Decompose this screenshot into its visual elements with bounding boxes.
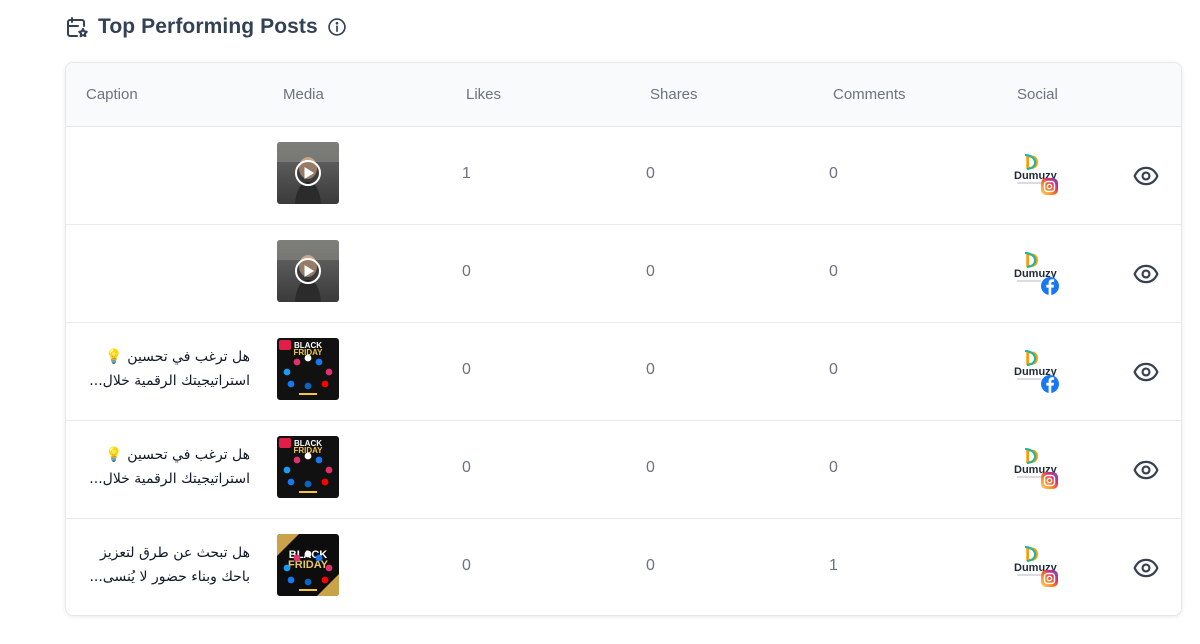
- social-account: D Dumuzy: [1013, 543, 1063, 595]
- comments-count: 1: [829, 557, 838, 574]
- caption-line: هل ترغب في تحسين 💡: [105, 447, 250, 463]
- dumuzy-logo: D Dumuzy: [1014, 349, 1059, 393]
- column-header-shares: Shares: [650, 86, 698, 103]
- likes-count: 1: [462, 165, 471, 182]
- post-media[interactable]: BLACK FRIDAY: [277, 534, 339, 596]
- instagram-icon: [1041, 178, 1058, 195]
- comments-count: 0: [829, 263, 838, 280]
- table-row: هل ترغب في تحسين 💡 استراتيجيتك الرقمية خ…: [66, 323, 1181, 421]
- caption-line: هل ترغب في تحسين 💡: [105, 349, 250, 365]
- dumuzy-logo: D Dumuzy: [1014, 447, 1058, 489]
- view-post-eye-icon[interactable]: [1133, 457, 1159, 483]
- instagram-icon: [1041, 570, 1058, 587]
- column-header-media: Media: [283, 86, 324, 103]
- comments-count: 0: [829, 459, 838, 476]
- table-header: Caption Media Likes Shares Comments Soci…: [66, 63, 1181, 127]
- column-header-caption: Caption: [86, 86, 138, 103]
- caption-line: باحك وبناء حضور لا يُنسى...: [89, 569, 250, 585]
- view-post-eye-icon[interactable]: [1133, 163, 1159, 189]
- table-row: 0 0 0 D Dumuzy: [66, 225, 1181, 323]
- dumuzy-logo: D Dumuzy: [1014, 545, 1058, 587]
- black-friday-thumbnail: BLACK FRIDAY: [277, 338, 339, 400]
- caption-line: هل تبحث عن طرق لتعزيز: [99, 545, 250, 561]
- dumuzy-logo: D Dumuzy: [1014, 153, 1058, 195]
- social-account: D Dumuzy: [1013, 445, 1063, 497]
- svg-text:FRIDAY: FRIDAY: [288, 559, 329, 571]
- shares-count: 0: [646, 459, 655, 476]
- post-media[interactable]: [277, 142, 339, 204]
- likes-count: 0: [462, 459, 471, 476]
- calendar-star-icon: [67, 17, 88, 38]
- top-posts-table: Caption Media Likes Shares Comments Soci…: [65, 62, 1182, 616]
- table-row: 1 0 0 D Dumuzy: [66, 127, 1181, 225]
- video-thumbnail: [277, 142, 339, 204]
- likes-count: 0: [462, 361, 471, 378]
- post-media[interactable]: [277, 240, 339, 302]
- post-media[interactable]: BLACK FRIDAY: [277, 338, 339, 400]
- social-account: D Dumuzy: [1013, 347, 1063, 399]
- facebook-icon: [1041, 277, 1059, 295]
- black-friday-thumbnail: BLACK FRIDAY: [277, 534, 339, 596]
- social-account: D Dumuzy: [1013, 249, 1063, 301]
- shares-count: 0: [646, 263, 655, 280]
- column-header-comments: Comments: [833, 86, 906, 103]
- post-caption: هل تبحث عن طرق لتعزيز باحك وبناء حضور لا…: [80, 541, 250, 589]
- post-caption: هل ترغب في تحسين 💡 استراتيجيتك الرقمية خ…: [80, 345, 250, 393]
- likes-count: 0: [462, 557, 471, 574]
- comments-count: 0: [829, 165, 838, 182]
- shares-count: 0: [646, 165, 655, 182]
- shares-count: 0: [646, 361, 655, 378]
- view-post-eye-icon[interactable]: [1133, 555, 1159, 581]
- table-row: هل ترغب في تحسين 💡 استراتيجيتك الرقمية خ…: [66, 421, 1181, 519]
- likes-count: 0: [462, 263, 471, 280]
- post-media[interactable]: BLACK FRIDAY: [277, 436, 339, 498]
- table-row: هل تبحث عن طرق لتعزيز باحك وبناء حضور لا…: [66, 519, 1181, 615]
- column-header-likes: Likes: [466, 86, 502, 103]
- caption-line: استراتيجيتك الرقمية خلال...: [89, 471, 250, 487]
- info-circle-icon[interactable]: [327, 17, 347, 37]
- view-post-eye-icon[interactable]: [1133, 359, 1159, 385]
- video-thumbnail: [277, 240, 339, 302]
- widget-title: Top Performing Posts: [98, 15, 318, 38]
- widget-header: Top Performing Posts: [65, 12, 347, 42]
- comments-count: 0: [829, 361, 838, 378]
- caption-line: استراتيجيتك الرقمية خلال...: [89, 373, 250, 389]
- facebook-icon: [1041, 375, 1059, 393]
- instagram-icon: [1041, 472, 1058, 489]
- view-post-eye-icon[interactable]: [1133, 261, 1159, 287]
- social-account: D Dumuzy: [1013, 151, 1063, 203]
- shares-count: 0: [646, 557, 655, 574]
- column-header-social: Social: [1017, 86, 1058, 103]
- post-caption: هل ترغب في تحسين 💡 استراتيجيتك الرقمية خ…: [80, 443, 250, 491]
- black-friday-thumbnail: BLACK FRIDAY: [277, 436, 339, 498]
- dumuzy-logo: D Dumuzy: [1014, 251, 1059, 295]
